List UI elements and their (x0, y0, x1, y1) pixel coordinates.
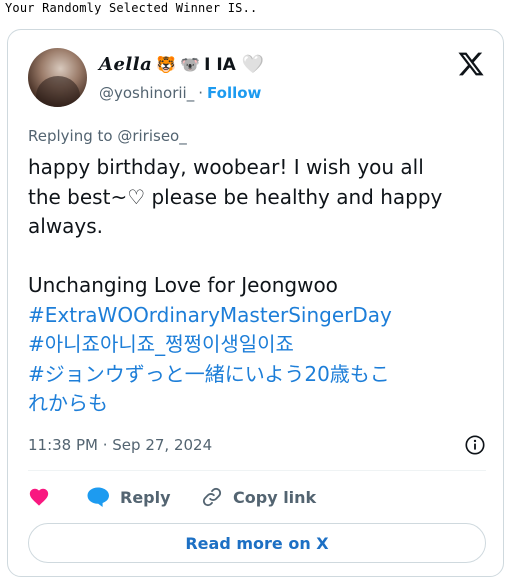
tweet-text-line: always. (28, 214, 104, 238)
like-button[interactable] (28, 486, 86, 508)
tweet-text: happy birthday, woobear! I wish you all … (28, 153, 488, 419)
hashtag-link-continued[interactable]: れからも (28, 389, 488, 419)
hashtag-link[interactable]: #ExtraWOOrdinaryMasterSingerDay (28, 301, 488, 331)
reply-label: Reply (120, 487, 171, 507)
info-icon[interactable] (464, 434, 486, 456)
tweet-text-line: the best~♡ please be healthy and happy (28, 184, 443, 209)
copy-link-button[interactable]: Copy link (201, 486, 316, 508)
white-heart-icon: 🤍 (241, 54, 265, 75)
tweet-actions: Reply Copy link (28, 485, 486, 509)
tweet-second-paragraph: Unchanging Love for Jeongwoo (28, 273, 338, 297)
tiger-emoji-icon: 🐯 (156, 54, 177, 74)
replying-to: Replying to @ririseo_ (28, 127, 187, 145)
hashtag-link[interactable]: #ジョンウずっと一緒にいよう20歳もこ (28, 360, 488, 390)
koala-emoji-icon: 🐨 (180, 54, 201, 74)
tweet-timestamp[interactable]: 11:38 PM · Sep 27, 2024 (28, 436, 212, 454)
reply-bubble-icon (87, 487, 109, 507)
link-icon (202, 487, 222, 507)
author-name-suffix: I IA (204, 54, 236, 75)
hashtag-link[interactable]: #아니죠아니죠_쩡쩡이생일이죠 (28, 330, 488, 360)
read-more-button[interactable]: Read more on X (28, 523, 486, 563)
tweet-text-line: happy birthday, woobear! I wish you all (28, 155, 424, 179)
author-display-name[interactable]: Aella (99, 54, 152, 75)
author-handle[interactable]: @yoshinorii_ (99, 84, 194, 102)
tweet-meta-row: 11:38 PM · Sep 27, 2024 (28, 434, 486, 456)
author-handle-row: @yoshinorii_ · Follow (99, 84, 261, 102)
heart-icon (29, 488, 49, 506)
avatar[interactable] (28, 48, 87, 107)
follow-button[interactable]: Follow (207, 84, 261, 102)
divider (28, 470, 486, 471)
avatar-shade (36, 76, 80, 107)
winner-header: Your Randomly Selected Winner IS.. (5, 1, 258, 15)
x-logo-icon[interactable] (456, 50, 486, 78)
author-name-row[interactable]: Aella 🐯 🐨 I IA 🤍 (99, 54, 264, 75)
handle-separator: · (198, 84, 204, 102)
reply-button[interactable]: Reply (86, 486, 201, 508)
tweet-card[interactable]: Aella 🐯 🐨 I IA 🤍 @yoshinorii_ · Follow R… (7, 29, 504, 577)
copy-link-label: Copy link (233, 487, 317, 507)
